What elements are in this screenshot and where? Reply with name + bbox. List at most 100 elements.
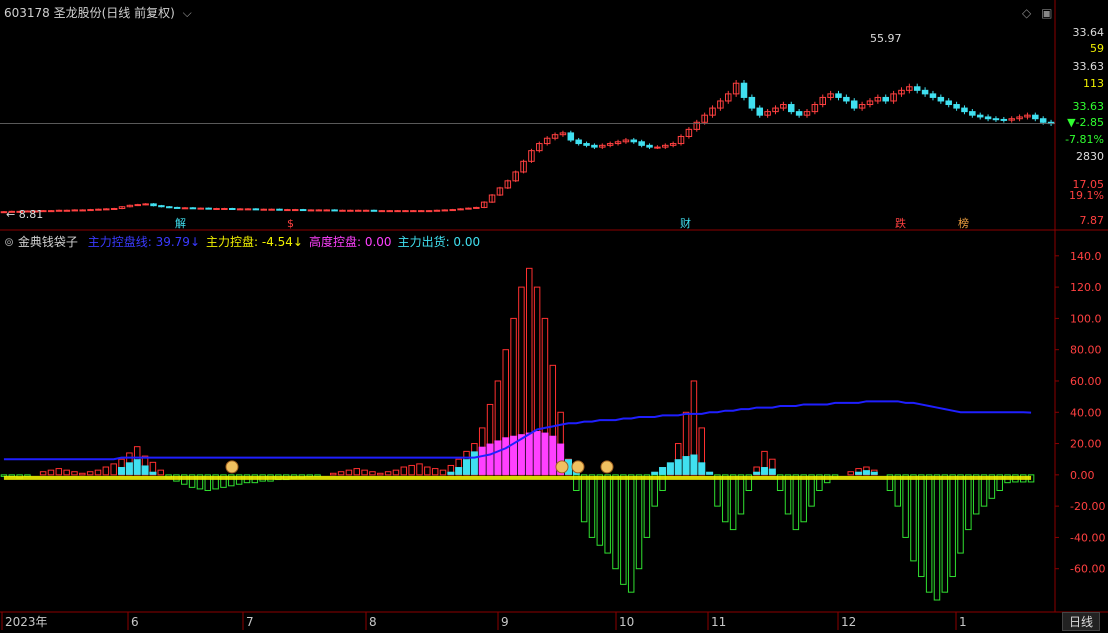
candle-body [362, 209, 370, 212]
candle-body [378, 210, 386, 213]
main-control-bar [353, 468, 361, 476]
candle-body [465, 207, 472, 210]
main-control-bar [729, 474, 737, 531]
candle-body [795, 111, 803, 116]
candle-body [1000, 118, 1008, 121]
candle-body [417, 210, 425, 213]
month-label: 10 [619, 615, 634, 629]
indicator-axis-label: 60.00 [1070, 375, 1102, 388]
period-button[interactable]: 日线 [1062, 612, 1101, 631]
main-control-bar [47, 469, 55, 476]
price-axis-label: 59 [1090, 42, 1104, 55]
candle-body [315, 209, 323, 212]
candle-body [347, 209, 354, 212]
event-marker: 榜 [958, 216, 969, 230]
candle-body [166, 206, 173, 209]
candle-body [229, 208, 236, 211]
main-control-bar [580, 474, 588, 523]
event-marker: 跌 [895, 216, 906, 230]
candle-body [221, 208, 228, 211]
candle-body [181, 207, 189, 210]
high-control-bar [698, 462, 706, 475]
indicator-axis-label: -40.00 [1070, 531, 1105, 544]
month-label: 6 [131, 615, 139, 629]
candle-body [331, 209, 338, 212]
high-control-bar [125, 462, 133, 475]
indicator-axis-label: 140.0 [1070, 250, 1102, 263]
event-marker: $ [287, 217, 294, 230]
main-control-bar [71, 471, 78, 476]
candle-body [79, 209, 86, 212]
chart-window: 603178 圣龙股份(日线 前复权) ⌵ ⊚ 金典钱袋子 主力控盘线: 39.… [0, 0, 1108, 633]
main-control-bar [965, 474, 972, 531]
high-control-bar [455, 467, 463, 475]
main-control-bar [941, 474, 949, 593]
candle-body [63, 209, 71, 212]
candle-body [929, 93, 937, 98]
main-control-bar [102, 466, 110, 476]
indicator-axis-label: 20.00 [1070, 438, 1102, 451]
indicator-axis-label: -20.00 [1070, 500, 1105, 513]
month-label: 12 [841, 615, 856, 629]
high-control-bar [674, 459, 682, 475]
candle-body [87, 209, 94, 212]
price-axis-label: 19.1% [1069, 189, 1104, 202]
high-control-bar [478, 446, 486, 475]
main-control-bar [337, 471, 345, 476]
candle-body [71, 209, 79, 212]
candle-body [961, 107, 968, 113]
main-control-bar [957, 474, 964, 554]
high-control-bar [659, 467, 667, 475]
price-axis-label: 33.63 [1073, 60, 1105, 73]
indicator-axis-label: 100.0 [1070, 312, 1102, 325]
main-control-bar [722, 474, 729, 523]
main-control-bar [424, 466, 431, 476]
high-control-bar [470, 451, 478, 475]
candle-body [945, 100, 952, 106]
indicator-axis-label: 0.00 [1070, 469, 1095, 482]
candle-body [969, 111, 976, 116]
candle-body [567, 132, 575, 141]
main-control-bar [620, 474, 627, 585]
candle-body [646, 144, 653, 148]
high-control-bar [870, 471, 878, 475]
main-control-bar [439, 469, 447, 476]
candle-body [748, 96, 756, 109]
candle-body [284, 209, 291, 212]
main-control-bar [588, 474, 596, 538]
main-control-bar [612, 474, 619, 570]
candle-body [937, 96, 945, 102]
candle-body [843, 96, 850, 102]
candle-body [638, 141, 645, 146]
indicator-axis-label: -60.00 [1070, 563, 1105, 576]
candle-body [976, 114, 984, 118]
main-control-bar [361, 469, 368, 476]
main-control-bar [972, 474, 980, 515]
candle-body [402, 210, 409, 213]
main-control-bar [949, 474, 956, 578]
high-control-bar [533, 431, 541, 475]
high-control-bar [760, 467, 769, 475]
candle-body [473, 206, 480, 209]
candle-body [134, 204, 142, 207]
month-label: 9 [501, 615, 509, 629]
high-control-bar [666, 462, 674, 475]
month-label: 11 [711, 615, 726, 629]
price-axis-label: ▼-2.85 [1067, 116, 1104, 129]
candle-body [449, 209, 456, 212]
price-axis-label: -7.81% [1065, 133, 1104, 146]
candle-body [47, 210, 55, 213]
high-control-bar [525, 432, 533, 475]
main-control-bar [918, 474, 925, 578]
candle-body [55, 209, 63, 212]
candle-body [205, 207, 212, 210]
main-control-bar [384, 471, 392, 476]
indicator-axis-label: 40.00 [1070, 406, 1102, 419]
month-label: 7 [246, 615, 254, 629]
candle-body [992, 118, 1000, 121]
high-control-bar [682, 456, 690, 475]
money-bag-icon [600, 460, 614, 474]
price-axis-label: 113 [1083, 77, 1104, 90]
main-control-bar [94, 469, 102, 476]
main-control-bar [784, 474, 792, 515]
